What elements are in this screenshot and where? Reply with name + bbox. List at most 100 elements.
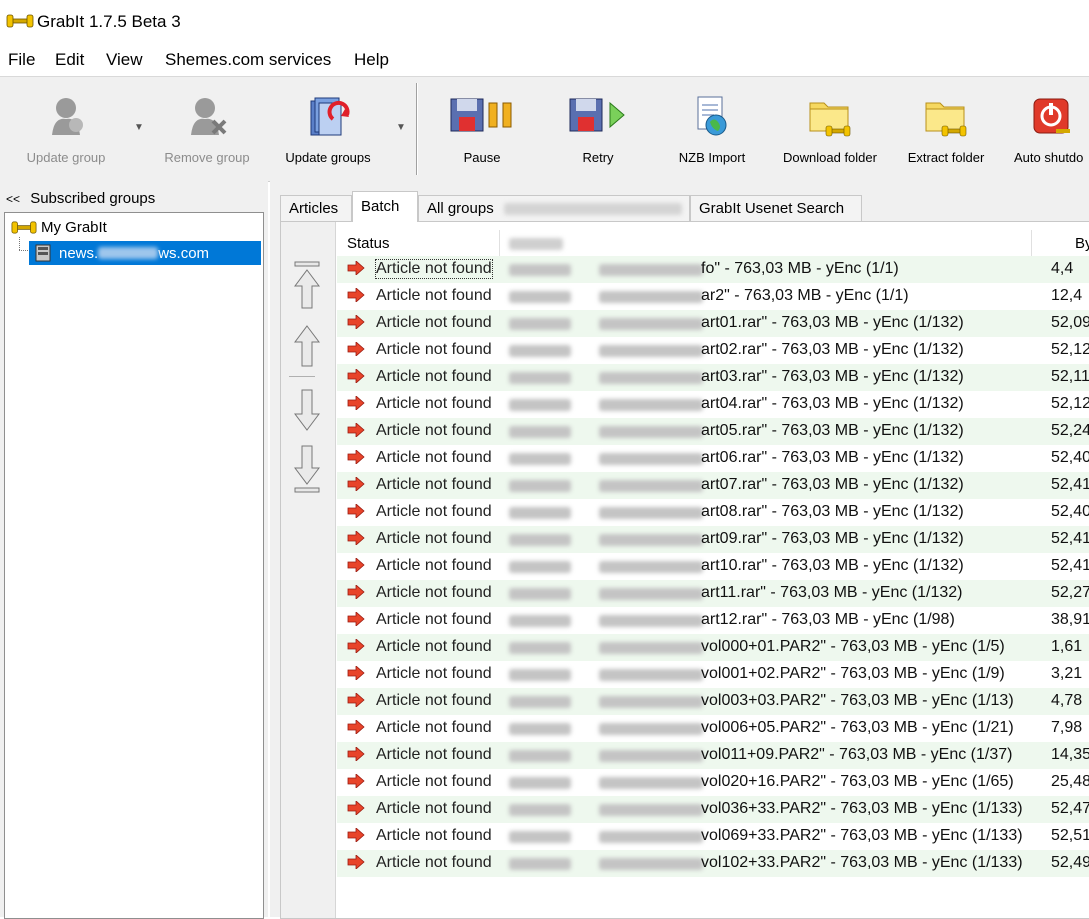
table-row[interactable]: Article not found art11.rar" - 763,03 MB … (337, 580, 1089, 607)
redacted-text (509, 777, 571, 789)
update-group-dropdown-icon[interactable]: ▼ (134, 122, 144, 133)
status-arrow-icon (347, 504, 365, 518)
redacted-text (509, 561, 571, 573)
redacted-text (509, 858, 571, 870)
bytes-cell: 4,4 (1051, 260, 1074, 277)
table-row[interactable]: Article not found vol001+02.PAR2" - 763,0… (337, 661, 1089, 688)
menu-view[interactable]: View (106, 50, 143, 70)
table-row[interactable]: Article not found fo" - 763,03 MB - yEnc … (337, 256, 1089, 283)
tree-item-server[interactable]: news. ws.com (29, 241, 261, 265)
nzb-import-icon (697, 96, 727, 136)
bytes-cell: 52,51 (1051, 827, 1089, 844)
table-row[interactable]: Article not found art06.rar" - 763,03 MB … (337, 445, 1089, 472)
table-row[interactable]: Article not found vol069+33.PAR2" - 763,0… (337, 823, 1089, 850)
redacted-text (509, 399, 571, 411)
table-row[interactable]: Article not found art04.rar" - 763,03 MB … (337, 391, 1089, 418)
move-to-top-icon[interactable] (293, 260, 321, 312)
table-row[interactable]: Article not found vol102+33.PAR2" - 763,0… (337, 850, 1089, 877)
bytes-cell: 52,41 (1051, 530, 1089, 547)
subscribed-groups-panel: << Subscribed groups My GrabIt news. ws.… (0, 181, 268, 919)
tab-batch[interactable]: Batch (352, 191, 418, 222)
retry-button[interactable]: Retry (548, 77, 648, 181)
menu-help[interactable]: Help (354, 50, 389, 70)
move-down-icon[interactable] (293, 386, 321, 432)
table-row[interactable]: Article not found art09.rar" - 763,03 MB … (337, 526, 1089, 553)
redacted-text (509, 238, 563, 250)
redacted-text (509, 831, 571, 843)
column-header-bytes[interactable]: By (1075, 235, 1089, 252)
redacted-text (509, 480, 571, 492)
tab-grabit-usenet-search[interactable]: GrabIt Usenet Search (690, 195, 862, 221)
table-row[interactable]: Article not found art10.rar" - 763,03 MB … (337, 553, 1089, 580)
status-arrow-icon (347, 720, 365, 734)
nzb-import-button[interactable]: NZB Import (664, 77, 760, 181)
menu-shemes-services[interactable]: Shemes.com services (165, 50, 331, 70)
redacted-text (509, 291, 571, 303)
redacted-text (509, 453, 571, 465)
column-header-status[interactable]: Status (347, 235, 390, 252)
subject-cell: fo" - 763,03 MB - yEnc (1/1) (701, 260, 899, 277)
status-cell: Article not found (376, 503, 492, 520)
table-row[interactable]: Article not found vol020+16.PAR2" - 763,0… (337, 769, 1089, 796)
move-up-icon[interactable] (293, 324, 321, 370)
subject-cell: art08.rar" - 763,03 MB - yEnc (1/132) (701, 503, 964, 520)
redacted-text (599, 777, 703, 789)
menu-file[interactable]: File (8, 50, 35, 70)
status-cell: Article not found (376, 476, 492, 493)
remove-group-icon (191, 98, 227, 135)
redacted-text (599, 723, 703, 735)
status-arrow-icon (347, 342, 365, 356)
status-arrow-icon (347, 855, 365, 869)
table-row[interactable]: Article not found art05.rar" - 763,03 MB … (337, 418, 1089, 445)
tab-all-groups[interactable]: All groups (418, 195, 690, 221)
table-row[interactable]: Article not found vol003+03.PAR2" - 763,0… (337, 688, 1089, 715)
remove-group-button[interactable]: Remove group (152, 77, 262, 181)
table-row[interactable]: Article not found vol036+33.PAR2" - 763,0… (337, 796, 1089, 823)
bytes-cell: 52,12 (1051, 395, 1089, 412)
status-cell: Article not found (376, 719, 492, 736)
auto-shutdown-button[interactable]: Auto shutdo (1010, 77, 1089, 181)
column-divider[interactable] (1031, 230, 1032, 256)
redacted-text (509, 588, 571, 600)
redacted-text (509, 750, 571, 762)
redacted-text (599, 318, 703, 330)
batch-content: Status By Article not found fo" - 763,03 … (280, 221, 1089, 919)
table-row[interactable]: Article not found art08.rar" - 763,03 MB … (337, 499, 1089, 526)
update-group-button[interactable]: Update group (14, 77, 118, 181)
tree-root-my-grabit[interactable]: My GrabIt (11, 219, 107, 236)
menu-edit[interactable]: Edit (55, 50, 84, 70)
retry-label: Retry (582, 150, 614, 165)
table-row[interactable]: Article not found art02.rar" - 763,03 MB … (337, 337, 1089, 364)
extract-folder-button[interactable]: Extract folder (896, 77, 996, 181)
column-divider[interactable] (499, 230, 500, 256)
tab-all-groups-label: All groups (427, 200, 494, 217)
table-row[interactable]: Article not found art01.rar" - 763,03 MB … (337, 310, 1089, 337)
update-groups-dropdown-icon[interactable]: ▼ (396, 122, 406, 133)
arrow-separator (289, 376, 315, 377)
pause-button[interactable]: Pause (432, 77, 532, 181)
retry-icon (569, 98, 625, 132)
tab-articles[interactable]: Articles (280, 195, 352, 221)
status-cell: Article not found (375, 259, 493, 279)
bytes-cell: 52,41 (1051, 476, 1089, 493)
redacted-text (509, 696, 571, 708)
table-row[interactable]: Article not found art07.rar" - 763,03 MB … (337, 472, 1089, 499)
status-arrow-icon (347, 369, 365, 383)
download-folder-button[interactable]: Download folder (776, 77, 884, 181)
collapse-panel-button[interactable]: << (6, 192, 20, 206)
update-groups-button[interactable]: Update groups (276, 77, 380, 181)
subject-cell: art03.rar" - 763,03 MB - yEnc (1/132) (701, 368, 964, 385)
move-to-bottom-icon[interactable] (293, 442, 321, 494)
redacted-text (509, 264, 571, 276)
nzb-import-label: NZB Import (678, 150, 746, 165)
bytes-cell: 52,41 (1051, 557, 1089, 574)
table-row[interactable]: Article not found vol000+01.PAR2" - 763,0… (337, 634, 1089, 661)
table-row[interactable]: Article not found vol011+09.PAR2" - 763,0… (337, 742, 1089, 769)
redacted-text (599, 615, 703, 627)
bytes-cell: 7,98 (1051, 719, 1083, 736)
table-row[interactable]: Article not found art03.rar" - 763,03 MB … (337, 364, 1089, 391)
table-row[interactable]: Article not found art12.rar" - 763,03 MB … (337, 607, 1089, 634)
table-row[interactable]: Article not found vol006+05.PAR2" - 763,0… (337, 715, 1089, 742)
table-row[interactable]: Article not found ar2" - 763,03 MB - yEnc… (337, 283, 1089, 310)
status-arrow-icon (347, 288, 365, 302)
